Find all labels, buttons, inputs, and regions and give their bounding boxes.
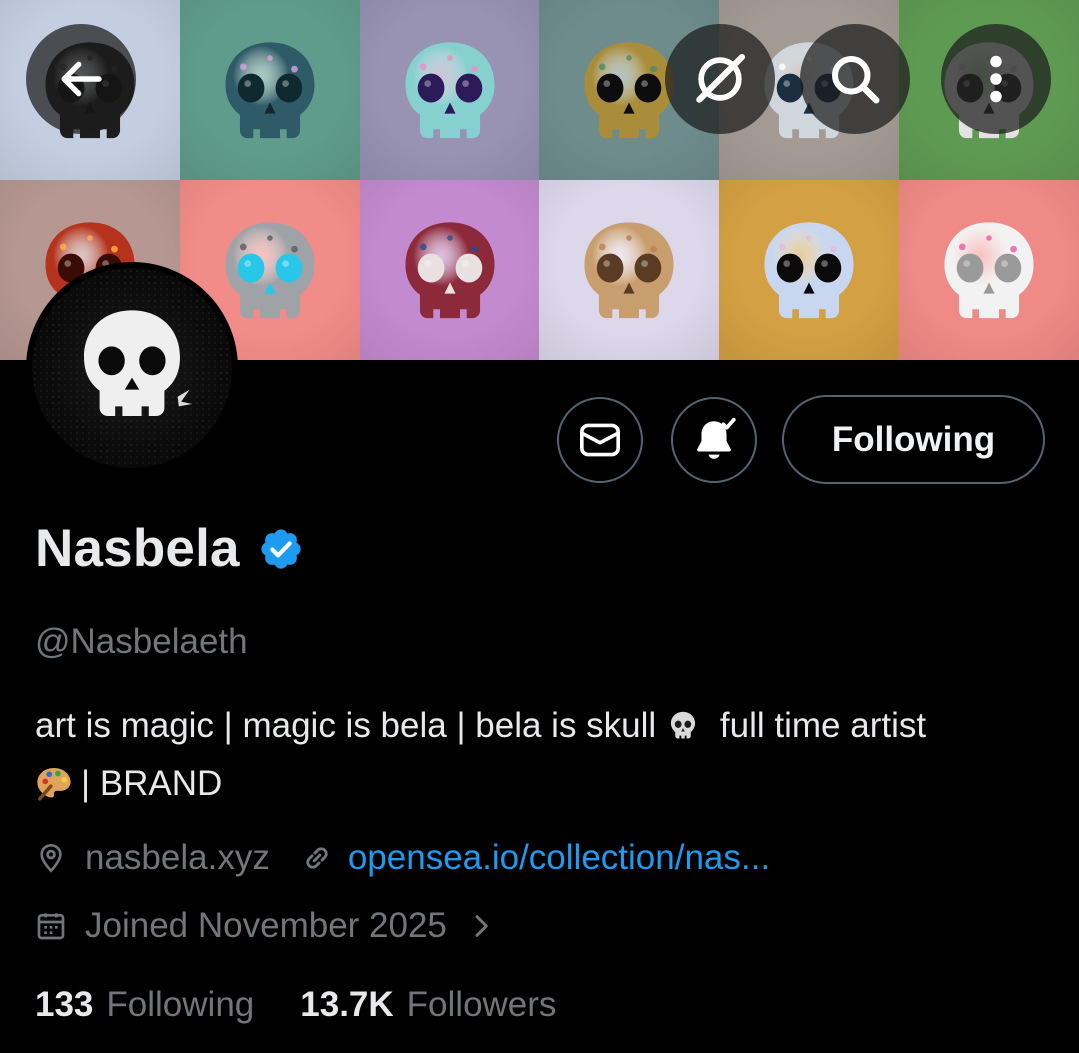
banner-tile (359, 0, 540, 180)
banner-tile (359, 180, 540, 360)
calendar-icon (35, 910, 67, 942)
banner-tile (719, 180, 900, 360)
more-vertical-icon (990, 55, 1002, 103)
grok-button[interactable] (665, 24, 775, 134)
bio-part-2: full time artist (719, 706, 927, 745)
following-count: 133 (35, 985, 94, 1024)
search-button[interactable] (800, 24, 910, 134)
profile-meta-row: nasbela.xyz opensea.io/collection/nas... (35, 838, 770, 878)
follow-stats: 133 Following 13.7K Followers (35, 985, 556, 1025)
more-options-button[interactable] (941, 24, 1051, 134)
slash-circle-icon (696, 53, 746, 103)
artist-palette-emoji-icon (35, 764, 73, 816)
skull-emoji-icon (666, 706, 700, 758)
link-icon (300, 841, 334, 875)
bio-part-3: | BRAND (81, 764, 223, 803)
avatar-image (32, 268, 232, 468)
back-button[interactable] (26, 24, 136, 134)
skull-artwork-icon (753, 216, 865, 334)
followers-stat[interactable]: 13.7K Followers (300, 985, 556, 1025)
location-pin-icon (35, 841, 67, 875)
following-stat[interactable]: 133 Following (35, 985, 254, 1025)
notifications-button[interactable] (671, 397, 757, 483)
arrow-left-icon (61, 61, 102, 97)
verified-badge-icon[interactable] (258, 526, 304, 572)
joined-date: Joined November 2025 (85, 906, 447, 945)
following-button[interactable]: Following (782, 395, 1045, 484)
skull-artwork-icon (933, 216, 1045, 334)
chevron-right-icon (471, 910, 491, 942)
display-name: Nasbela (35, 519, 240, 578)
followers-label: Followers (406, 985, 557, 1024)
joined-row[interactable]: Joined November 2025 (35, 906, 509, 946)
username-handle: @Nasbelaeth (35, 622, 248, 661)
location-text: nasbela.xyz (85, 838, 270, 877)
bio-text: art is magic | magic is bela | bela is s… (35, 700, 1055, 816)
banner-tile (899, 180, 1079, 360)
website-link[interactable]: opensea.io/collection/nas... (348, 838, 770, 878)
profile-avatar[interactable] (26, 262, 238, 474)
following-label: Following (106, 985, 255, 1024)
banner-tile (539, 180, 720, 360)
envelope-icon (580, 423, 620, 457)
search-icon (832, 56, 880, 104)
skull-artwork-icon (394, 36, 506, 154)
skull-artwork-icon (214, 36, 326, 154)
skull-avatar-icon (84, 310, 192, 416)
display-name-row: Nasbela (35, 518, 304, 579)
banner-tile (179, 0, 360, 180)
skull-artwork-icon (394, 216, 506, 334)
bell-check-icon (697, 417, 736, 459)
followers-count: 13.7K (300, 985, 394, 1024)
skull-artwork-icon (573, 216, 685, 334)
message-button[interactable] (557, 397, 643, 483)
bio-part-1: art is magic | magic is bela | bela is s… (35, 706, 657, 745)
